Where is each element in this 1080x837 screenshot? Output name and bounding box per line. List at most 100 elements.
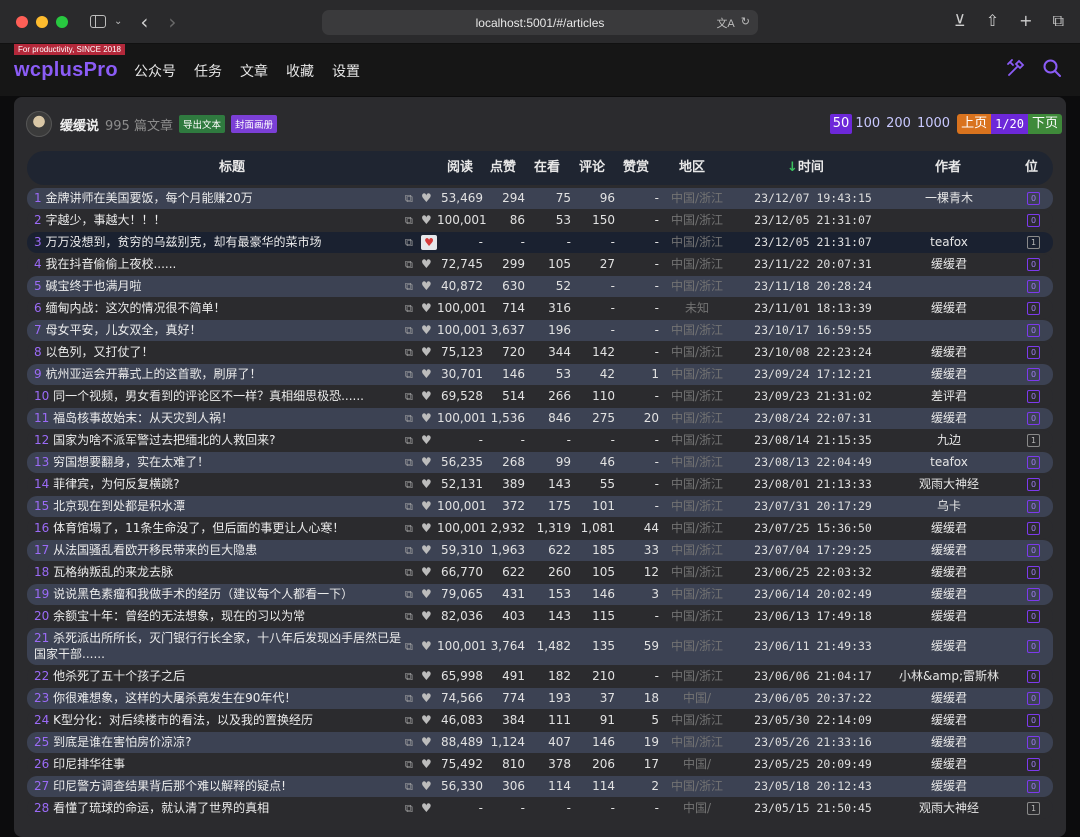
article-title-cell[interactable]: 11 福岛核事故始末：从天灾到人祸！ — [34, 408, 406, 429]
article-title-cell[interactable]: 24 K型分化：对后续楼市的看法，以及我的置换经历 — [34, 710, 406, 731]
article-title[interactable]: 体育馆塌了，11条生命没了，但后面的事更让人心寒！ — [53, 521, 344, 535]
table-row[interactable]: 21 杀死派出所所长，灭门银行行长全家，十八年后发现凶手居然已是国家干部....… — [27, 628, 1053, 665]
favorite-heart-icon[interactable]: ♥ — [421, 584, 432, 605]
close-window-button[interactable] — [16, 15, 28, 28]
article-title[interactable]: 说说黑色素瘤和我做手术的经历（建议每个人都看一下） — [53, 587, 353, 601]
sidebar-toggle-icon[interactable] — [90, 15, 106, 28]
article-title-cell[interactable]: 2 字越少，事越大！！！ — [34, 210, 406, 231]
copy-icon[interactable]: ⧉ — [405, 364, 413, 385]
table-row[interactable]: 18 瓦格纳叛乱的来龙去脉 ⧉ ♥ 66,770 622 260 105 12 … — [27, 562, 1053, 583]
article-title-cell[interactable]: 22 他杀死了五十个孩子之后 — [34, 666, 406, 687]
favorite-heart-icon[interactable]: ♥ — [421, 636, 432, 657]
article-title[interactable]: 字越少，事越大！！！ — [45, 213, 165, 227]
article-title[interactable]: 万万没想到，贫穷的乌兹别克，却有最豪华的菜市场 — [45, 235, 321, 249]
favorite-heart-icon[interactable]: ♥ — [421, 430, 432, 451]
nav-item-articles[interactable]: 文章 — [240, 61, 268, 81]
article-title[interactable]: 国家为啥不派军警过去把缅北的人救回来? — [53, 433, 275, 447]
article-title[interactable]: 以色列，又打仗了！ — [45, 345, 153, 359]
copy-icon[interactable]: ⧉ — [405, 342, 413, 363]
article-title-cell[interactable]: 28 看懂了琉球的命运，就认清了世界的真相 — [34, 798, 406, 819]
table-row[interactable]: 25 到底是谁在害怕房价凉凉? ⧉ ♥ 88,489 1,124 407 146… — [27, 732, 1053, 753]
copy-icon[interactable]: ⧉ — [405, 776, 413, 797]
favorite-heart-icon[interactable]: ♥ — [421, 798, 432, 819]
table-row[interactable]: 15 北京现在到处都是积水潭 ⧉ ♥ 100,001 372 175 101 -… — [27, 496, 1053, 517]
page-size-100[interactable]: 100 — [852, 114, 883, 134]
favorite-heart-icon[interactable]: ♥ — [421, 188, 432, 209]
table-row[interactable]: 1 金牌讲师在美国要饭，每个月能赚20万 ⧉ ♥ 53,469 294 75 9… — [27, 188, 1053, 209]
table-row[interactable]: 27 印尼警方调查结果背后那个难以解释的疑点! ⧉ ♥ 56,330 306 1… — [27, 776, 1053, 797]
table-row[interactable]: 5 碱宝终于也满月啦 ⧉ ♥ 40,872 630 52 - - 中国/浙江 2… — [27, 276, 1053, 297]
article-title[interactable]: 杭州亚运会开幕式上的这首歌，刷屏了！ — [45, 367, 261, 381]
article-title-cell[interactable]: 1 金牌讲师在美国要饭，每个月能赚20万 — [34, 188, 406, 209]
article-title[interactable]: 印尼排华往事 — [53, 757, 125, 771]
new-tab-icon[interactable]: + — [1019, 12, 1032, 30]
translate-icon[interactable]: 文A — [716, 15, 734, 31]
copy-icon[interactable]: ⧉ — [405, 540, 413, 561]
reload-icon[interactable]: ↻ — [741, 15, 750, 31]
favorite-heart-icon[interactable]: ♥ — [421, 254, 432, 275]
copy-icon[interactable]: ⧉ — [405, 254, 413, 275]
brand-logo[interactable]: wcplusPro — [14, 59, 118, 82]
article-title-cell[interactable]: 6 缅甸内战：这次的情况很不简单！ — [34, 298, 406, 319]
table-row[interactable]: 14 菲律宾，为何反复横跳? ⧉ ♥ 52,131 389 143 55 - 中… — [27, 474, 1053, 495]
article-title[interactable]: 瓦格纳叛乱的来龙去脉 — [53, 565, 173, 579]
article-title-cell[interactable]: 26 印尼排华往事 — [34, 754, 406, 775]
nav-item-accounts[interactable]: 公众号 — [134, 61, 176, 81]
favorite-heart-icon[interactable]: ♥ — [421, 688, 432, 709]
forward-arrow-icon[interactable]: › — [168, 10, 176, 34]
favorite-heart-icon[interactable]: ♥ — [421, 562, 432, 583]
copy-icon[interactable]: ⧉ — [405, 232, 413, 253]
zoom-window-button[interactable] — [56, 15, 68, 28]
article-title-cell[interactable]: 15 北京现在到处都是积水潭 — [34, 496, 406, 517]
header-author[interactable]: 作者 — [935, 151, 961, 185]
tools-icon[interactable] — [1006, 58, 1026, 83]
copy-icon[interactable]: ⧉ — [405, 298, 413, 319]
copy-icon[interactable]: ⧉ — [405, 276, 413, 297]
copy-icon[interactable]: ⧉ — [405, 430, 413, 451]
article-title[interactable]: 你很难想象，这样的大屠杀竟发生在90年代！ — [53, 691, 296, 705]
article-title[interactable]: 母女平安，儿女双全，真好！ — [45, 323, 201, 337]
table-row[interactable]: 7 母女平安，儿女双全，真好！ ⧉ ♥ 100,001 3,637 196 - … — [27, 320, 1053, 341]
copy-icon[interactable]: ⧉ — [405, 562, 413, 583]
header-like[interactable]: 点赞 — [490, 151, 516, 185]
table-row[interactable]: 17 从法国骚乱看欧开移民带来的巨大隐患 ⧉ ♥ 59,310 1,963 62… — [27, 540, 1053, 561]
table-row[interactable]: 9 杭州亚运会开幕式上的这首歌，刷屏了！ ⧉ ♥ 30,701 146 53 4… — [27, 364, 1053, 385]
table-row[interactable]: 10 同一个视频，男女看到的评论区不一样？真相细思极恐...... ⧉ ♥ 69… — [27, 386, 1053, 407]
back-arrow-icon[interactable]: ‹ — [140, 10, 148, 34]
table-row[interactable]: 8 以色列，又打仗了！ ⧉ ♥ 75,123 720 344 142 - 中国/… — [27, 342, 1053, 363]
favorite-heart-icon[interactable]: ♥ — [421, 606, 432, 627]
favorite-heart-icon[interactable]: ♥ — [421, 540, 432, 561]
table-row[interactable]: 13 穷国想要翻身，实在太难了！ ⧉ ♥ 56,235 268 99 46 - … — [27, 452, 1053, 473]
article-title[interactable]: 看懂了琉球的命运，就认清了世界的真相 — [53, 801, 269, 815]
article-title-cell[interactable]: 23 你很难想象，这样的大屠杀竟发生在90年代！ — [34, 688, 406, 709]
article-title-cell[interactable]: 25 到底是谁在害怕房价凉凉? — [34, 732, 406, 753]
search-icon[interactable] — [1042, 58, 1061, 77]
nav-item-settings[interactable]: 设置 — [332, 61, 360, 81]
favorite-heart-icon[interactable]: ♥ — [421, 452, 432, 473]
article-title-cell[interactable]: 7 母女平安，儿女双全，真好！ — [34, 320, 406, 341]
download-icon[interactable]: ⊻ — [954, 12, 966, 30]
article-title-cell[interactable]: 19 说说黑色素瘤和我做手术的经历（建议每个人都看一下） — [34, 584, 406, 605]
address-bar[interactable]: localhost:5001/#/articles 文A ↻ — [322, 10, 758, 35]
article-title-cell[interactable]: 21 杀死派出所所长，灭门银行行长全家，十八年后发现凶手居然已是国家干部....… — [34, 628, 404, 665]
header-title[interactable]: 标题 — [219, 151, 245, 185]
copy-icon[interactable]: ⧉ — [405, 636, 413, 657]
copy-icon[interactable]: ⧉ — [405, 688, 413, 709]
table-row[interactable]: 16 体育馆塌了，11条生命没了，但后面的事更让人心寒！ ⧉ ♥ 100,001… — [27, 518, 1053, 539]
copy-icon[interactable]: ⧉ — [405, 474, 413, 495]
share-icon[interactable]: ⇧ — [986, 12, 999, 30]
next-page-button[interactable]: 下页 — [1027, 114, 1062, 134]
favorite-heart-icon[interactable]: ♥ — [421, 320, 432, 341]
article-title[interactable]: 我在抖音偷偷上夜校...... — [45, 257, 176, 271]
table-row[interactable]: 28 看懂了琉球的命运，就认清了世界的真相 ⧉ ♥ - - - - - 中国/ … — [27, 798, 1053, 819]
table-row[interactable]: 3 万万没想到，贫穷的乌兹别克，却有最豪华的菜市场 ⧉ ♥ - - - - - … — [27, 232, 1053, 253]
table-row[interactable]: 19 说说黑色素瘤和我做手术的经历（建议每个人都看一下） ⧉ ♥ 79,065 … — [27, 584, 1053, 605]
header-seeing[interactable]: 在看 — [534, 151, 560, 185]
article-title[interactable]: 同一个视频，男女看到的评论区不一样？真相细思极恐...... — [53, 389, 364, 403]
article-title-cell[interactable]: 5 碱宝终于也满月啦 — [34, 276, 406, 297]
article-title[interactable]: K型分化：对后续楼市的看法，以及我的置换经历 — [53, 713, 313, 727]
nav-item-favorites[interactable]: 收藏 — [286, 61, 314, 81]
article-title[interactable]: 碱宝终于也满月啦 — [45, 279, 141, 293]
article-title[interactable]: 他杀死了五十个孩子之后 — [53, 669, 185, 683]
nav-item-tasks[interactable]: 任务 — [194, 61, 222, 81]
